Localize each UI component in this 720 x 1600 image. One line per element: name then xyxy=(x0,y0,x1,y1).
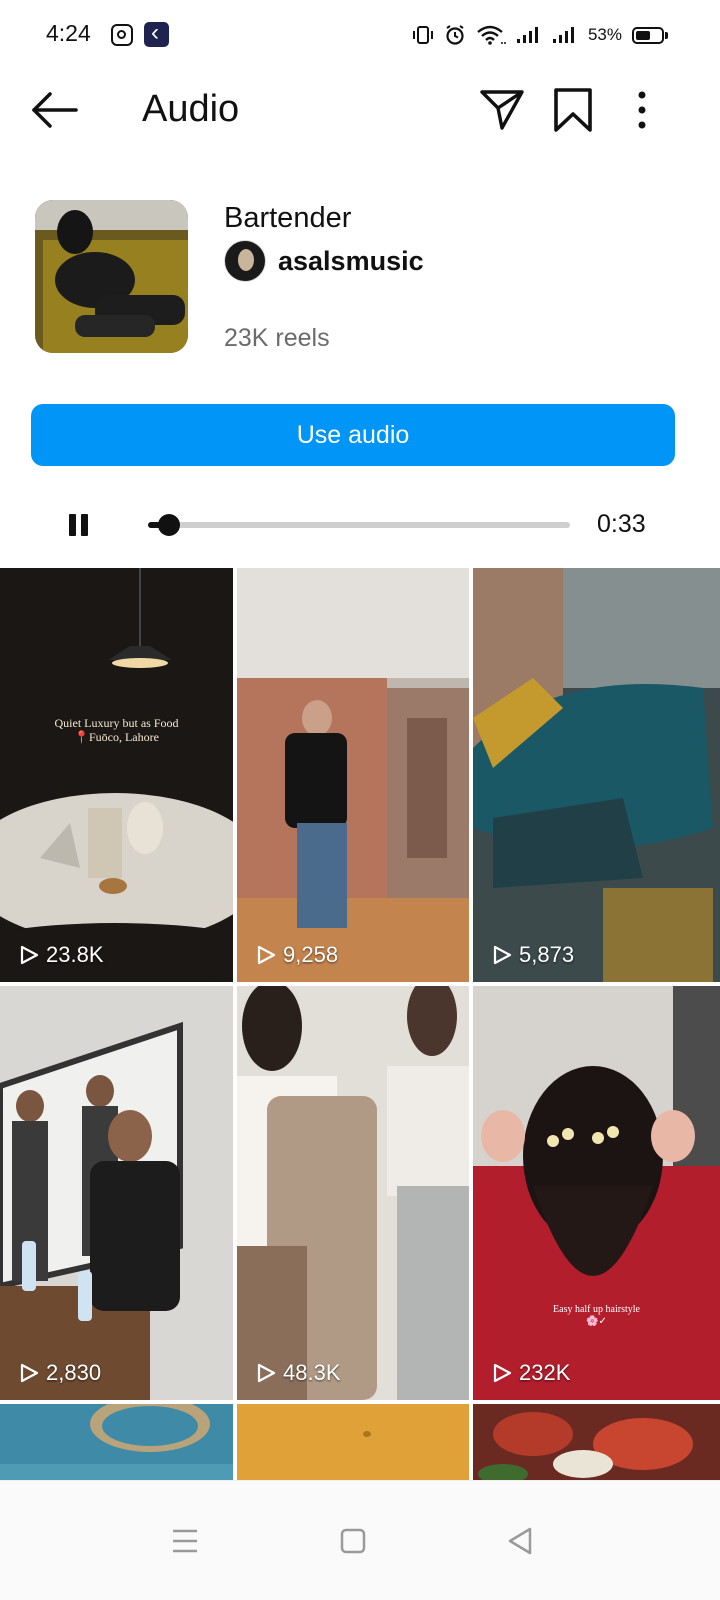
alarm-icon xyxy=(446,25,464,45)
cover-image xyxy=(35,200,188,353)
reel-caption: 📍Fuōco, Lahore xyxy=(74,730,159,744)
reel-thumbnail xyxy=(237,1404,469,1484)
view-count: 232K xyxy=(491,1360,570,1386)
status-bar: 4:24 53% xyxy=(0,0,720,70)
audio-progress-slider[interactable] xyxy=(148,514,570,536)
view-count-text: 9,258 xyxy=(283,942,339,967)
top-bar: Audio xyxy=(0,70,720,150)
play-icon xyxy=(493,945,512,965)
back-arrow-icon[interactable] xyxy=(28,88,80,132)
artist-name: asalsmusic xyxy=(278,245,424,276)
play-icon xyxy=(20,1363,39,1383)
reel-tile[interactable] xyxy=(237,1404,469,1484)
reel-thumbnail xyxy=(0,568,233,982)
wifi-icon xyxy=(477,25,506,45)
reel-thumbnail xyxy=(473,568,720,982)
reel-tile[interactable]: 2,830 xyxy=(0,986,233,1400)
send-icon[interactable] xyxy=(478,86,526,134)
view-count: 2,830 xyxy=(18,1360,101,1386)
reel-caption: 🌸✓ xyxy=(586,1316,607,1327)
use-audio-button[interactable]: Use audio xyxy=(31,404,675,466)
view-count: 5,873 xyxy=(491,942,574,968)
view-count-text: 2,830 xyxy=(46,1360,102,1385)
reel-tile[interactable]: Easy half up hairstyle 🌸✓ 232K xyxy=(473,986,720,1400)
vibrate-icon xyxy=(412,26,433,44)
battery-percent: 53% xyxy=(587,25,622,44)
view-count: 9,258 xyxy=(255,942,338,968)
system-nav-bar xyxy=(0,1480,720,1600)
signal-icon xyxy=(516,27,538,43)
page-title: Audio xyxy=(142,88,240,130)
play-icon xyxy=(257,945,276,965)
reel-thumbnail xyxy=(237,568,469,982)
reel-thumbnail xyxy=(0,986,233,1400)
reel-tile[interactable]: Quiet Luxury but as Food 📍Fuōco, Lahore … xyxy=(0,568,233,982)
reel-tile[interactable]: 5,873 xyxy=(473,568,720,982)
play-icon xyxy=(20,945,39,965)
view-count-text: 23.8K xyxy=(46,942,104,967)
reel-caption: Easy half up hairstyle xyxy=(553,1304,640,1315)
view-count-text: 232K xyxy=(519,1360,571,1385)
back-triangle-icon[interactable] xyxy=(490,1511,550,1571)
reel-tile[interactable] xyxy=(473,1404,720,1484)
reels-count: 23K reels xyxy=(224,324,330,352)
home-square-icon[interactable] xyxy=(322,1511,382,1571)
remaining-time: 0:33 xyxy=(597,510,646,538)
battery-icon xyxy=(632,26,668,44)
avatar xyxy=(224,240,266,282)
reel-caption: Quiet Luxury but as Food xyxy=(54,716,179,730)
instagram-icon xyxy=(111,24,133,46)
reel-tile[interactable]: 48.3K xyxy=(237,986,469,1400)
reel-thumbnail xyxy=(237,986,469,1400)
reel-tile[interactable] xyxy=(0,1404,233,1484)
view-count-text: 48.3K xyxy=(283,1360,341,1385)
menu-icon[interactable] xyxy=(154,1511,214,1571)
play-icon xyxy=(257,1363,276,1383)
pause-icon[interactable] xyxy=(66,512,92,538)
status-time: 4:24 xyxy=(46,20,91,46)
progress-thumb[interactable] xyxy=(158,514,181,536)
view-count: 48.3K xyxy=(255,1360,341,1386)
more-vertical-icon[interactable] xyxy=(622,86,662,134)
song-title: Bartender xyxy=(224,202,352,234)
audio-cover-art[interactable] xyxy=(35,200,188,353)
reel-thumbnail xyxy=(473,986,720,1400)
reel-thumbnail xyxy=(0,1404,233,1484)
play-icon xyxy=(493,1363,512,1383)
bookmark-icon[interactable] xyxy=(550,86,596,134)
view-count-text: 5,873 xyxy=(519,942,575,967)
reel-tile[interactable]: 9,258 xyxy=(237,568,469,982)
signal-icon xyxy=(552,27,574,43)
artist-link[interactable]: asalsmusic xyxy=(224,240,424,282)
view-count: 23.8K xyxy=(18,942,104,968)
status-icons: 53% xyxy=(412,18,668,52)
app-icon xyxy=(144,19,169,47)
reel-thumbnail xyxy=(473,1404,720,1484)
